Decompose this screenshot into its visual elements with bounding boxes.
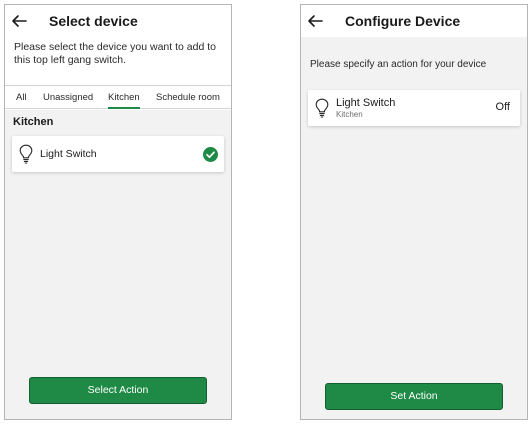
- tab-all[interactable]: All: [16, 92, 27, 103]
- select-action-button[interactable]: Select Action: [29, 377, 207, 404]
- arrow-left-icon[interactable]: [306, 12, 324, 30]
- device-name: Light Switch: [40, 148, 97, 160]
- header: Select device: [5, 5, 231, 37]
- tab-schedule-room[interactable]: Schedule room: [156, 92, 220, 103]
- page-title: Select device: [49, 13, 138, 29]
- instruction-area: Please select the device you want to add…: [5, 37, 231, 110]
- section-heading: Kitchen: [13, 116, 54, 128]
- configure-device-screen: Configure Device Please specify an actio…: [300, 4, 528, 420]
- header: Configure Device: [301, 5, 527, 37]
- instruction-text: Please specify an action for your device: [310, 59, 487, 70]
- lightbulb-icon: [315, 98, 329, 118]
- device-card-light-switch[interactable]: Light Switch: [12, 136, 224, 172]
- instruction-text: Please select the device you want to add…: [14, 41, 216, 66]
- page-title: Configure Device: [345, 13, 461, 29]
- device-state[interactable]: Off: [496, 101, 510, 113]
- select-device-screen: Select device Please select the device y…: [4, 4, 232, 420]
- lightbulb-icon: [19, 144, 33, 164]
- arrow-left-icon[interactable]: [10, 12, 28, 30]
- set-action-button[interactable]: Set Action: [325, 383, 503, 410]
- tab-kitchen[interactable]: Kitchen: [108, 92, 140, 109]
- check-circle-icon: [203, 147, 218, 162]
- device-card-light-switch[interactable]: Light Switch Kitchen Off: [308, 90, 520, 126]
- tab-unassigned[interactable]: Unassigned: [43, 92, 93, 103]
- room-tabs: All Unassigned Kitchen Schedule room: [5, 85, 231, 109]
- device-room: Kitchen: [336, 110, 363, 119]
- device-name: Light Switch: [336, 97, 396, 109]
